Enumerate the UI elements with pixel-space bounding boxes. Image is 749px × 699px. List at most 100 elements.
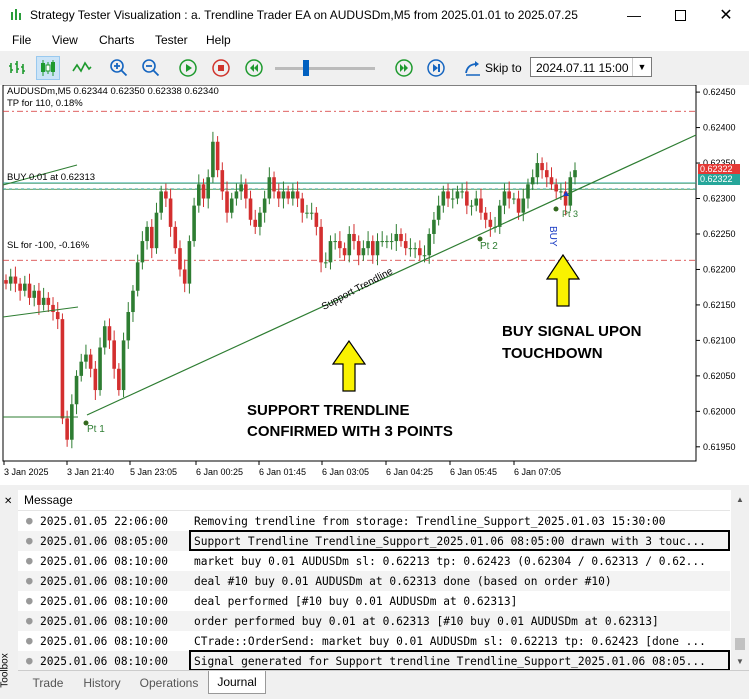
candle-body	[559, 191, 563, 193]
candle-body	[79, 361, 84, 376]
close-icon[interactable]: ✕	[4, 496, 12, 507]
close-button[interactable]: ✕	[703, 0, 749, 30]
candle-body	[338, 241, 342, 249]
pt1-label: Pt 1	[87, 424, 105, 435]
scroll-thumb[interactable]	[735, 638, 745, 650]
menu-tester[interactable]: Tester	[155, 33, 188, 47]
buy-level-label: BUY 0.01 at 0.62313	[7, 172, 96, 183]
journal-header: Message	[18, 490, 730, 511]
skip-date-picker[interactable]: 2024.07.11 15:00 ▼	[530, 57, 652, 77]
tab-journal[interactable]: Journal	[208, 671, 266, 694]
row-bullet-icon: ●	[26, 514, 33, 527]
x-tick-label: 6 Jan 03:05	[322, 467, 369, 477]
candle-body	[502, 191, 507, 206]
slow-down-button[interactable]	[242, 56, 266, 80]
candle-body	[131, 290, 135, 313]
candle-body	[88, 354, 93, 369]
line-chart-button[interactable]	[70, 56, 94, 80]
zoom-out-icon	[142, 59, 160, 77]
tab-trade[interactable]: Trade	[24, 673, 72, 693]
journal-time: 2025.01.06 08:10:00	[40, 555, 168, 568]
candle-body	[197, 184, 201, 206]
candle-body	[267, 177, 272, 199]
pt3-label: Pt 3	[562, 209, 579, 219]
candlestick-chart-button[interactable]	[36, 56, 60, 80]
zoom-out-button[interactable]	[139, 56, 163, 80]
x-tick-label: 3 Jan 21:40	[67, 467, 114, 477]
candle-body	[234, 191, 239, 199]
maximize-button[interactable]	[657, 0, 703, 30]
candle-body	[540, 163, 544, 171]
journal-row[interactable]: ● 2025.01.06 08:10:00 deal #10 buy 0.01 AU…	[18, 571, 730, 591]
y-tick-label: 0.62050	[703, 371, 736, 381]
journal-row[interactable]: ● 2025.01.06 08:05:00 Support Trendline Tr…	[18, 531, 730, 551]
menu-help[interactable]: Help	[206, 33, 231, 47]
candle-body	[178, 248, 182, 270]
candle-body	[427, 233, 432, 256]
scroll-down-icon[interactable]: ▼	[731, 652, 749, 670]
journal-row[interactable]: ● 2025.01.05 22:06:00 Removing trendline f…	[18, 511, 730, 531]
candle-body	[93, 368, 98, 391]
stop-icon	[212, 59, 230, 77]
minimize-button[interactable]: —	[611, 0, 657, 30]
candle-body	[446, 191, 450, 199]
journal-scrollbar[interactable]: ▲ ▼	[731, 490, 749, 670]
journal-time: 2025.01.06 08:10:00	[40, 595, 168, 608]
row-bullet-icon: ●	[26, 534, 33, 547]
journal-row[interactable]: ● 2025.01.06 08:10:00 order performed buy …	[18, 611, 730, 631]
x-tick-label: 6 Jan 01:45	[259, 467, 306, 477]
candle-body	[164, 191, 168, 199]
skip-to-button[interactable]	[461, 56, 485, 80]
candle-body	[220, 170, 225, 192]
annotation-support: SUPPORT TRENDLINE CONFIRMED WITH 3 POINT…	[247, 400, 453, 442]
candle-body	[154, 212, 159, 249]
journal-row[interactable]: ● 2025.01.06 08:10:00 CTrade::OrderSend: m…	[18, 631, 730, 651]
speed-up-button[interactable]	[392, 56, 416, 80]
candle-body	[41, 297, 46, 305]
candle-body	[469, 205, 474, 207]
candle-body	[366, 241, 370, 249]
play-button[interactable]	[176, 56, 200, 80]
annotation-support-line2: CONFIRMED WITH 3 POINTS	[247, 423, 453, 440]
message-column-header[interactable]: Message	[24, 493, 73, 507]
candle-body	[512, 198, 516, 200]
candle-body	[272, 177, 276, 192]
skip-forward-button[interactable]	[424, 56, 448, 80]
candle-body	[65, 418, 69, 440]
candle-body	[173, 226, 178, 249]
journal-row[interactable]: ● 2025.01.06 08:10:00 Signal generated for…	[18, 651, 730, 671]
menu-charts[interactable]: Charts	[99, 33, 134, 47]
journal-row[interactable]: ● 2025.01.06 08:10:00 market buy 0.01 AUDU…	[18, 551, 730, 571]
speed-slider-thumb[interactable]	[303, 60, 309, 76]
tab-history[interactable]: History	[76, 673, 128, 693]
bar-chart-button[interactable]	[5, 56, 29, 80]
candle-body	[422, 255, 427, 257]
candle-body	[281, 191, 286, 199]
candle-body	[479, 198, 483, 213]
journal-message: CTrade::OrderSend: market buy 0.01 AUDUS…	[194, 635, 706, 648]
stop-button[interactable]	[209, 56, 233, 80]
candle-body	[145, 226, 149, 242]
candle-body	[117, 368, 121, 391]
chevron-down-icon[interactable]: ▼	[632, 58, 651, 76]
x-tick-label: 6 Jan 05:45	[450, 467, 497, 477]
candle-body	[206, 177, 211, 199]
candle-body	[418, 248, 422, 256]
x-tick-label: 5 Jan 23:05	[130, 467, 177, 477]
menu-view[interactable]: View	[52, 33, 78, 47]
menu-file[interactable]: File	[12, 33, 31, 47]
tab-operations[interactable]: Operations	[134, 673, 204, 693]
candle-body	[37, 290, 41, 305]
speed-slider-track[interactable]	[275, 67, 375, 70]
toolbar: Skip to 2024.07.11 15:00 ▼	[0, 51, 749, 86]
journal-message: deal performed [#10 buy 0.01 AUDUSDm at …	[194, 595, 518, 608]
zoom-in-button[interactable]	[107, 56, 131, 80]
chart-area[interactable]: 0.624500.624000.623500.623000.622500.622…	[0, 84, 749, 485]
scroll-up-icon[interactable]: ▲	[731, 490, 749, 508]
candle-body	[521, 198, 526, 213]
journal-row[interactable]: ● 2025.01.06 08:10:00 deal performed [#10 …	[18, 591, 730, 611]
row-bullet-icon: ●	[26, 574, 33, 587]
candle-body	[244, 184, 248, 199]
candle-body	[347, 233, 352, 256]
candle-body	[32, 290, 37, 298]
